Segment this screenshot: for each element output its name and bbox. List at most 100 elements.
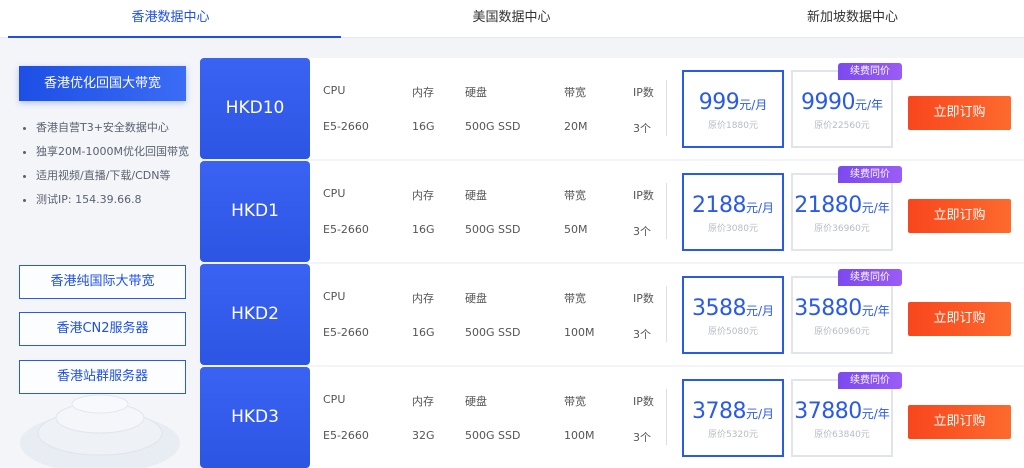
monthly-price-option[interactable]: 2188元/月 原价3080元 (682, 173, 784, 251)
buy-now-button[interactable]: 立即订购 (908, 199, 1011, 233)
spec-header: IP数 (633, 189, 654, 202)
spec-disk: 硬盘 500G SSD (465, 290, 520, 339)
monthly-unit: 元/月 (745, 201, 775, 215)
monthly-price-option[interactable]: 3588元/月 原价5080元 (682, 276, 784, 354)
buy-now-button[interactable]: 立即订购 (908, 405, 1011, 439)
spec-bandwidth: 带宽 100M (564, 393, 595, 442)
spec-value: 20M (564, 120, 588, 133)
spec-header: CPU (323, 393, 346, 406)
spec-disk: 硬盘 500G SSD (465, 84, 520, 133)
buy-now-button[interactable]: 立即订购 (908, 96, 1011, 130)
divider (666, 286, 667, 342)
hk-international-bandwidth-link[interactable]: 香港纯国际大带宽 (19, 265, 186, 299)
spec-ip: IP数 3个 (633, 393, 654, 445)
plan-row: HKD3 CPU E5-2660 内存 32G 硬盘 500G SSD 带宽 1… (200, 367, 1024, 468)
plan-name: HKD10 (200, 58, 310, 159)
yearly-price-option[interactable]: 21880元/年 原价36960元 (791, 173, 893, 251)
spec-header: CPU (323, 290, 346, 303)
spec-ip: IP数 3个 (633, 290, 654, 342)
spec-value: E5-2660 (323, 120, 369, 133)
spec-bandwidth: 带宽 20M (564, 84, 588, 133)
feature-item: 香港自营T3+安全数据中心 (22, 116, 192, 140)
yearly-price: 21880 (794, 193, 862, 218)
spec-header: 内存 (412, 86, 434, 99)
spec-disk: 硬盘 500G SSD (465, 187, 520, 236)
spec-header: IP数 (633, 86, 654, 99)
spec-header: 带宽 (564, 189, 586, 202)
hk-cn2-server-link[interactable]: 香港CN2服务器 (19, 312, 186, 346)
spec-value: 32G (412, 429, 435, 442)
spec-header: 硬盘 (465, 395, 487, 408)
spec-cpu: CPU E5-2660 (323, 187, 369, 236)
renewal-same-price-badge: 续费同价 (838, 372, 902, 389)
spec-header: 内存 (412, 395, 434, 408)
divider (666, 80, 667, 136)
monthly-price-option[interactable]: 3788元/月 原价5320元 (682, 379, 784, 457)
spec-value: E5-2660 (323, 223, 369, 236)
spec-header: 带宽 (564, 395, 586, 408)
yearly-price-option[interactable]: 9990元/年 原价22560元 (791, 70, 893, 148)
yearly-original-price: 原价60960元 (814, 327, 870, 337)
monthly-price: 3788 (691, 399, 747, 424)
spec-value: 3个 (633, 225, 651, 238)
monthly-price-option[interactable]: 999元/月 原价1880元 (682, 70, 784, 148)
spec-header: 带宽 (564, 292, 586, 305)
yearly-price: 37880 (794, 399, 862, 424)
tab-usa[interactable]: 美国数据中心 (341, 0, 682, 37)
spec-header: 硬盘 (465, 292, 487, 305)
spec-cpu: CPU E5-2660 (323, 290, 369, 339)
datacenter-tabs: 香港数据中心 美国数据中心 新加坡数据中心 (0, 0, 1024, 38)
spec-value: 3个 (633, 328, 651, 341)
yearly-price-option[interactable]: 35880元/年 原价60960元 (791, 276, 893, 354)
yearly-price-option[interactable]: 37880元/年 原价63840元 (791, 379, 893, 457)
hk-optimized-bandwidth-button[interactable]: 香港优化回国大带宽 (19, 66, 186, 101)
spec-header: 硬盘 (465, 86, 487, 99)
monthly-unit: 元/月 (745, 407, 775, 421)
spec-ram: 内存 16G (412, 290, 435, 339)
plan-name: HKD3 (200, 367, 310, 468)
hk-station-group-server-link[interactable]: 香港站群服务器 (19, 360, 186, 394)
spec-value: 500G SSD (465, 429, 521, 442)
spec-value: E5-2660 (323, 326, 369, 339)
spec-ip: IP数 3个 (633, 187, 654, 239)
spec-ip: IP数 3个 (633, 84, 654, 136)
spec-value: 500G SSD (465, 120, 521, 133)
yearly-original-price: 原价63840元 (814, 430, 870, 440)
spec-ram: 内存 16G (412, 187, 435, 236)
spec-header: 带宽 (564, 86, 586, 99)
spec-ram: 内存 16G (412, 84, 435, 133)
spec-value: 500G SSD (465, 326, 521, 339)
yearly-unit: 元/年 (861, 407, 890, 421)
spec-bandwidth: 带宽 100M (564, 290, 595, 339)
spec-header: IP数 (633, 292, 654, 305)
yearly-unit: 元/年 (861, 304, 890, 318)
spec-header: 内存 (412, 292, 434, 305)
spec-value: 3个 (633, 122, 651, 135)
renewal-same-price-badge: 续费同价 (838, 63, 902, 80)
monthly-original-price: 原价3080元 (708, 224, 758, 234)
tab-hongkong[interactable]: 香港数据中心 (0, 0, 341, 38)
sidebar: 香港优化回国大带宽 香港自营T3+安全数据中心 独享20M-1000M优化回国带… (0, 38, 200, 468)
server-illustration-icon (20, 394, 180, 468)
spec-value: 100M (564, 326, 595, 339)
spec-value: 3个 (633, 431, 651, 444)
plan-row: HKD2 CPU E5-2660 内存 16G 硬盘 500G SSD 带宽 1… (200, 264, 1024, 365)
buy-now-button[interactable]: 立即订购 (908, 302, 1011, 336)
monthly-unit: 元/月 (739, 98, 768, 112)
plan-row: HKD10 CPU E5-2660 内存 16G 硬盘 500G SSD 带宽 … (200, 58, 1024, 159)
feature-list: 香港自营T3+安全数据中心 独享20M-1000M优化回国带宽 适用视频/直播/… (22, 116, 192, 212)
spec-header: 硬盘 (465, 189, 487, 202)
spec-value: 500G SSD (465, 223, 521, 236)
spec-value: 50M (564, 223, 588, 236)
spec-header: 内存 (412, 189, 434, 202)
yearly-price: 9990 (800, 90, 856, 115)
feature-item: 适用视频/直播/下载/CDN等 (22, 164, 192, 188)
spec-value: 16G (412, 326, 435, 339)
yearly-original-price: 原价36960元 (814, 224, 870, 234)
monthly-price: 2188 (691, 193, 747, 218)
monthly-original-price: 原价5320元 (708, 430, 758, 440)
tab-singapore[interactable]: 新加坡数据中心 (682, 0, 1023, 37)
feature-item: 测试IP: 154.39.66.8 (22, 188, 192, 212)
monthly-original-price: 原价1880元 (708, 121, 758, 131)
spec-ram: 内存 32G (412, 393, 435, 442)
